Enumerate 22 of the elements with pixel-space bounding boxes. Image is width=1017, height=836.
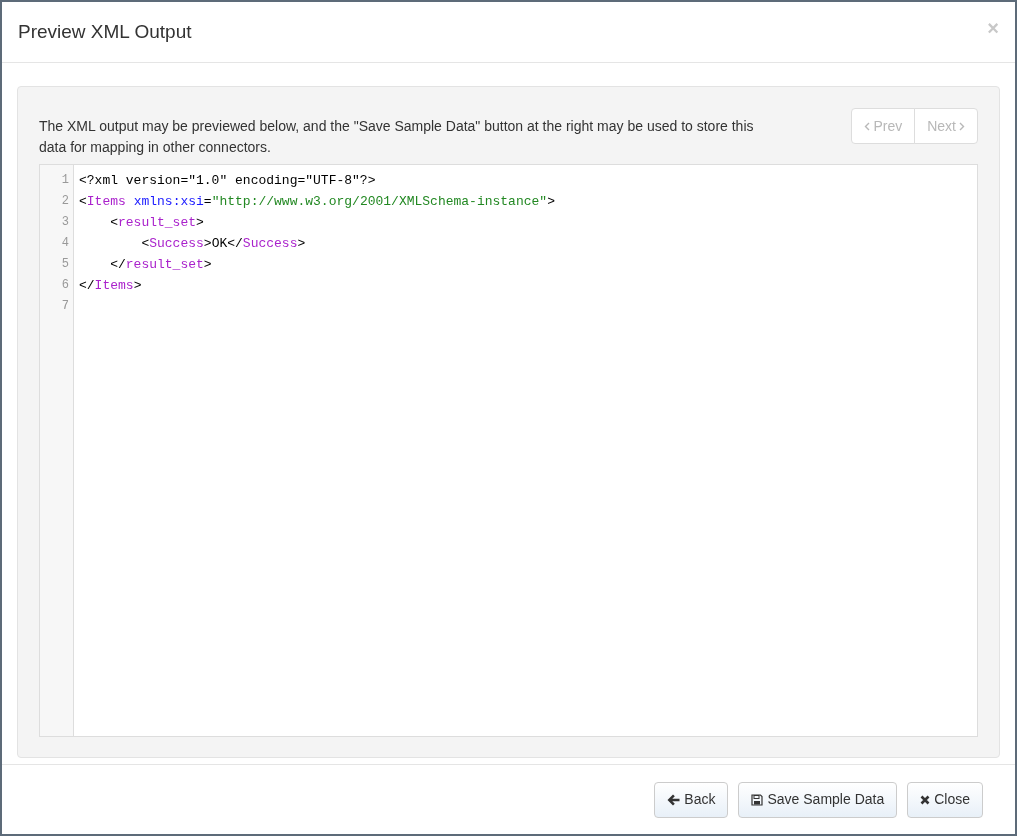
x-icon [920,794,931,805]
dialog-title: Preview XML Output [18,19,192,44]
code-line: <?xml version="1.0" encoding="UTF-8"?> [79,173,376,188]
line-number: 1 [60,172,70,189]
line-number: 3 [60,214,70,231]
line-number: 2 [60,193,70,210]
line-number: 5 [60,256,70,273]
code-line: <Success>OK</Success> [140,236,306,251]
chevron-right-icon [959,121,965,131]
line-number: 6 [60,277,70,294]
line-number: 4 [60,235,70,252]
code-line: </Items> [79,278,142,293]
intro-text: The XML output may be previewed below, and the "Save Sample Data" button at the right may be used to store this data for mapping in other connectors. [39,117,754,157]
chevron-left-icon [864,121,871,131]
code-line: </result_set> [109,257,212,272]
code-line: <result_set> [109,215,204,230]
arrow-left-icon [667,793,681,806]
close-button[interactable]: Close [907,781,983,818]
line-number: 7 [60,298,70,315]
back-button[interactable]: Back [654,781,729,818]
code-line: <Items xmlns:xsi="http://www.w3.org/2001/XMLSchema-instance"> [79,194,555,209]
save-button[interactable]: Save Sample Data [738,781,898,818]
